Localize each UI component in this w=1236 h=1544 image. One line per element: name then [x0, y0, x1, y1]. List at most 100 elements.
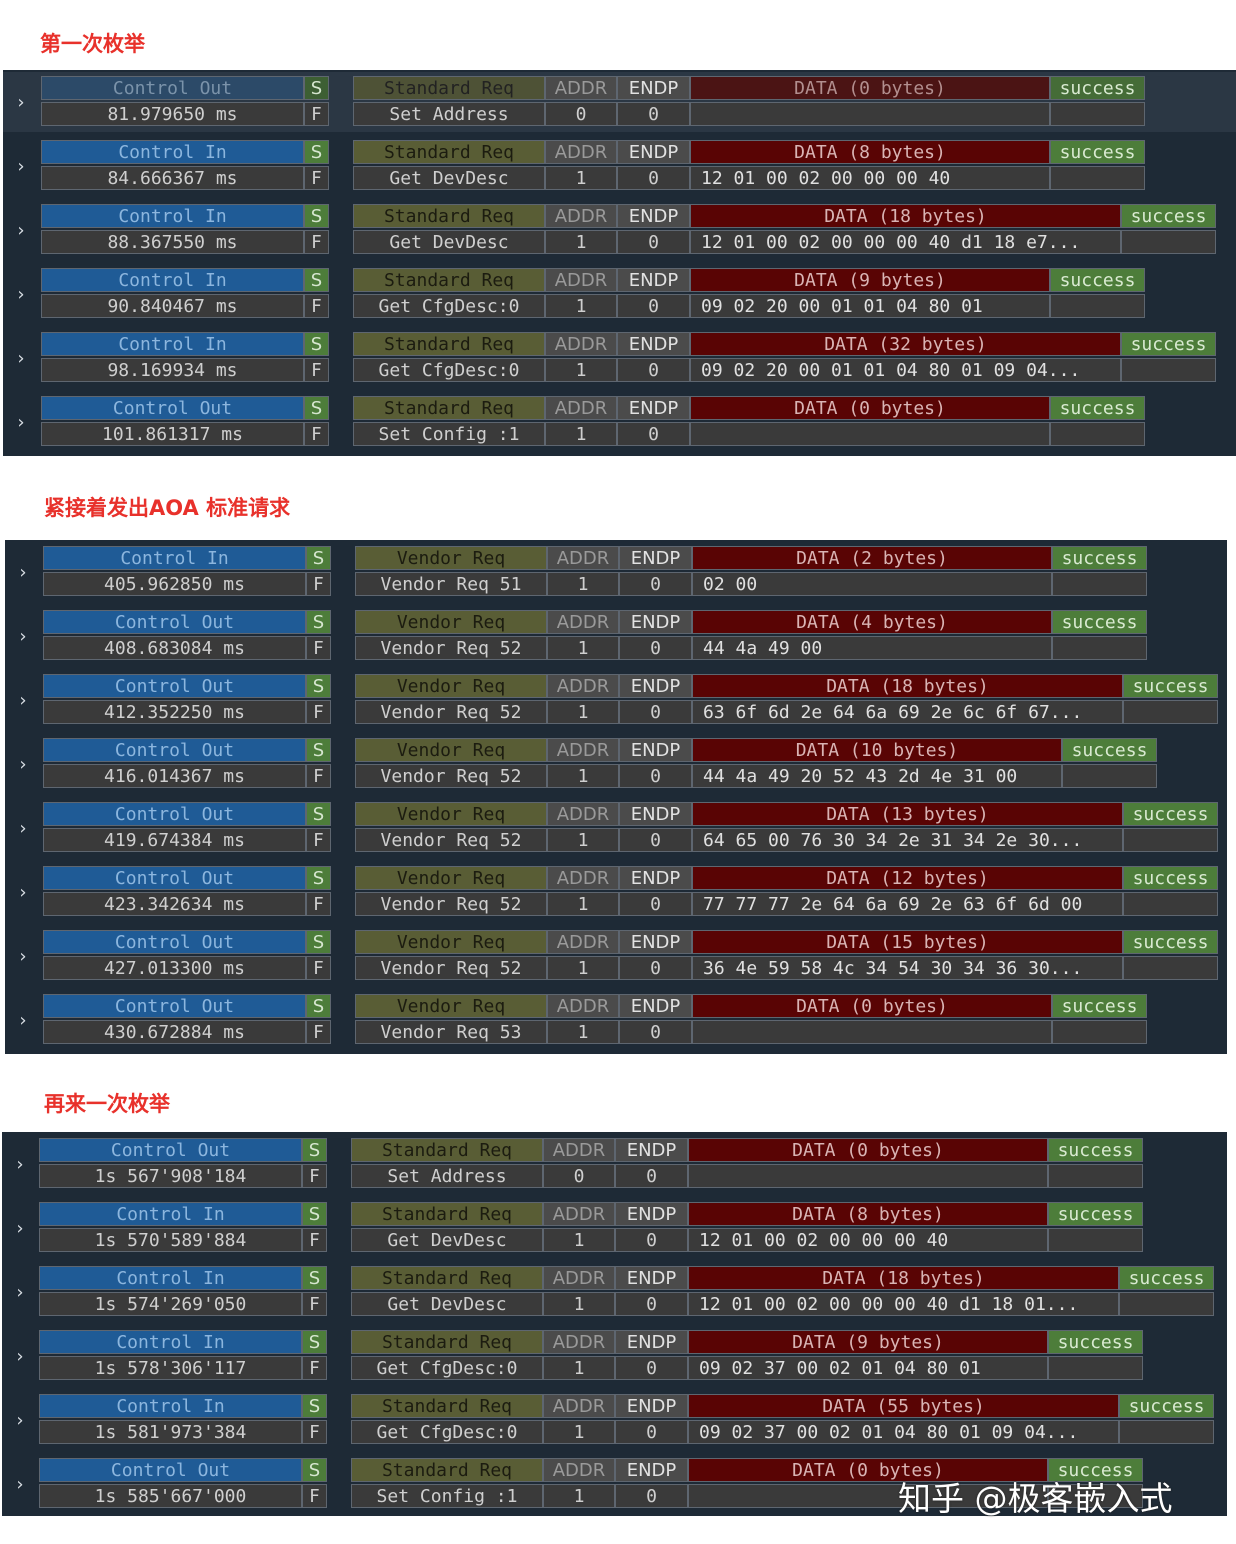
expand-chevron-icon[interactable]: › — [12, 1282, 28, 1304]
transfer-type-label: Control Out — [43, 674, 306, 698]
transfer-row[interactable]: › Control Out S 416.014367 ms F Vendor Req ADD… — [5, 734, 1227, 794]
transfer-row[interactable]: › Control In S 1s 578'306'117 F Standard Req A… — [2, 1326, 1227, 1386]
expand-chevron-icon[interactable]: › — [13, 220, 29, 242]
status-empty-cell — [1052, 1020, 1147, 1044]
endp-header: ENDP — [617, 76, 690, 100]
expand-chevron-icon[interactable]: › — [12, 1154, 28, 1176]
addr-value: 0 — [545, 102, 617, 126]
endp-header: ENDP — [615, 1330, 688, 1354]
expand-chevron-icon[interactable]: › — [15, 690, 31, 712]
timestamp: 416.014367 ms — [43, 764, 306, 788]
expand-chevron-icon[interactable]: › — [13, 284, 29, 306]
addr-value: 1 — [543, 1420, 615, 1444]
endp-header: ENDP — [617, 332, 690, 356]
transfer-row[interactable]: › Control Out S 1s 567'908'184 F Standard Req… — [2, 1134, 1227, 1194]
request-type-label: Standard Req — [353, 140, 545, 164]
transfer-row[interactable]: › Control In S 1s 581'973'384 F Standard Req A… — [2, 1390, 1227, 1450]
addr-header: ADDR — [543, 1138, 615, 1162]
expand-chevron-icon[interactable]: › — [15, 1010, 31, 1032]
transfer-row[interactable]: › Control In S 90.840467 ms F Standard Req ADD… — [3, 264, 1236, 324]
transfer-row[interactable]: › Control In S 84.666367 ms F Standard Req ADD… — [3, 136, 1236, 196]
addr-header: ADDR — [547, 674, 619, 698]
endp-header: ENDP — [619, 546, 692, 570]
expand-chevron-icon[interactable]: › — [15, 562, 31, 584]
transfer-row[interactable]: › Control Out S 408.683084 ms F Vendor Req ADD… — [5, 606, 1227, 666]
status-empty-cell — [1062, 764, 1157, 788]
timestamp: 1s 585'667'000 — [39, 1484, 302, 1508]
transfer-row[interactable]: › Control In S 405.962850 ms F Vendor Req ADDR… — [5, 542, 1227, 602]
request-name: Get CfgDesc:0 — [351, 1356, 543, 1380]
timestamp: 412.352250 ms — [43, 700, 306, 724]
expand-chevron-icon[interactable]: › — [12, 1474, 28, 1496]
transfer-row[interactable]: › Control Out S 423.342634 ms F Vendor Req ADD… — [5, 862, 1227, 922]
setup-flag: S — [304, 332, 329, 356]
data-bytes: 09 02 20 00 01 01 04 80 01 09 04... — [690, 358, 1121, 382]
timestamp: 1s 567'908'184 — [39, 1164, 302, 1188]
data-bytes: 64 65 00 76 30 34 2e 31 34 2e 30... — [692, 828, 1123, 852]
data-bytes: 63 6f 6d 2e 64 6a 69 2e 6c 6f 67... — [692, 700, 1123, 724]
request-name: Get CfgDesc:0 — [353, 358, 545, 382]
status-empty-cell — [1121, 230, 1216, 254]
endp-value: 0 — [615, 1420, 688, 1444]
transfer-row[interactable]: › Control Out S 101.861317 ms F Standard Req A… — [3, 392, 1236, 452]
finish-flag: F — [306, 636, 331, 660]
expand-chevron-icon[interactable]: › — [12, 1346, 28, 1368]
status-badge: success — [1048, 1330, 1143, 1354]
expand-chevron-icon[interactable]: › — [15, 754, 31, 776]
finish-flag: F — [304, 294, 329, 318]
request-name: Get DevDesc — [351, 1292, 543, 1316]
data-bytes — [690, 102, 1050, 126]
status-badge: success — [1052, 610, 1147, 634]
endp-value: 0 — [619, 572, 692, 596]
data-header: DATA (10 bytes) — [692, 738, 1062, 762]
request-type-label: Standard Req — [351, 1458, 543, 1482]
transfer-row[interactable]: › Control Out S 427.013300 ms F Vendor Req ADD… — [5, 926, 1227, 986]
request-type-label: Standard Req — [351, 1330, 543, 1354]
status-empty-cell — [1052, 636, 1147, 660]
finish-flag: F — [304, 166, 329, 190]
addr-header: ADDR — [547, 930, 619, 954]
finish-flag: F — [306, 1020, 331, 1044]
finish-flag: F — [306, 572, 331, 596]
request-name: Set Address — [351, 1164, 543, 1188]
transfer-row[interactable]: › Control Out S 419.674384 ms F Vendor Req ADD… — [5, 798, 1227, 858]
expand-chevron-icon[interactable]: › — [13, 348, 29, 370]
addr-header: ADDR — [545, 268, 617, 292]
transfer-type-label: Control In — [41, 204, 304, 228]
request-name: Get CfgDesc:0 — [353, 294, 545, 318]
expand-chevron-icon[interactable]: › — [15, 946, 31, 968]
expand-chevron-icon[interactable]: › — [12, 1410, 28, 1432]
transfer-row[interactable]: › Control In S 98.169934 ms F Standard Req ADD… — [3, 328, 1236, 388]
request-name: Set Config :1 — [353, 422, 545, 446]
expand-chevron-icon[interactable]: › — [13, 156, 29, 178]
transfer-row[interactable]: › Control In S 1s 570'589'884 F Standard Req A… — [2, 1198, 1227, 1258]
endp-value: 0 — [619, 636, 692, 660]
addr-header: ADDR — [545, 332, 617, 356]
transfer-row[interactable]: › Control Out S 430.672884 ms F Vendor Req ADD… — [5, 990, 1227, 1050]
expand-chevron-icon[interactable]: › — [13, 92, 29, 114]
endp-value: 0 — [615, 1356, 688, 1380]
status-empty-cell — [1048, 1356, 1143, 1380]
transfer-row[interactable]: › Control In S 1s 574'269'050 F Standard Req A… — [2, 1262, 1227, 1322]
transfer-row[interactable]: › Control In S 88.367550 ms F Standard Req ADD… — [3, 200, 1236, 260]
endp-header: ENDP — [619, 802, 692, 826]
endp-value: 0 — [617, 166, 690, 190]
endp-header: ENDP — [619, 738, 692, 762]
watermark: 知乎 @极客嵌入式 — [898, 1479, 1173, 1518]
status-badge: success — [1062, 738, 1157, 762]
transfer-row[interactable]: › Control Out S 412.352250 ms F Vendor Req ADD… — [5, 670, 1227, 730]
expand-chevron-icon[interactable]: › — [15, 882, 31, 904]
request-type-label: Vendor Req — [355, 546, 547, 570]
setup-flag: S — [306, 610, 331, 634]
expand-chevron-icon[interactable]: › — [15, 626, 31, 648]
addr-value: 1 — [547, 828, 619, 852]
status-empty-cell — [1119, 1292, 1214, 1316]
transfer-row[interactable]: › Control Out S 81.979650 ms F Standard Req AD… — [3, 72, 1236, 132]
addr-header: ADDR — [543, 1330, 615, 1354]
expand-chevron-icon[interactable]: › — [13, 412, 29, 434]
timestamp: 419.674384 ms — [43, 828, 306, 852]
expand-chevron-icon[interactable]: › — [15, 818, 31, 840]
setup-flag: S — [306, 866, 331, 890]
request-name: Set Address — [353, 102, 545, 126]
expand-chevron-icon[interactable]: › — [12, 1218, 28, 1240]
